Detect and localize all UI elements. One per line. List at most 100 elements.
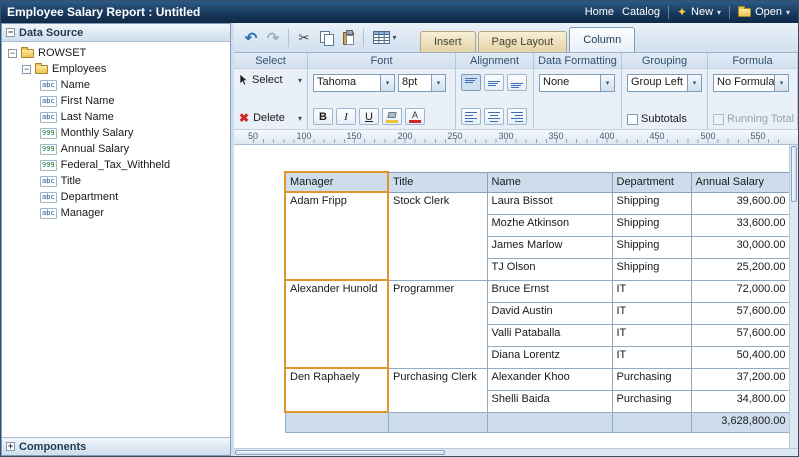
copy-button[interactable]: [315, 27, 337, 49]
tree-node-employees[interactable]: − Employees: [2, 61, 230, 77]
align-top-button[interactable]: [461, 74, 481, 91]
underline-button[interactable]: U: [359, 108, 379, 125]
select-menu-button[interactable]: Select ▾: [239, 74, 302, 86]
name-cell[interactable]: Bruce Ernst: [486, 279, 613, 303]
fill-color-button[interactable]: [382, 108, 402, 125]
salary-cell[interactable]: 57,600.00: [690, 323, 791, 347]
department-cell[interactable]: IT: [611, 345, 692, 369]
align-left-button[interactable]: [461, 108, 481, 125]
tab-page-layout[interactable]: Page Layout: [477, 31, 568, 52]
catalog-link[interactable]: Catalog: [622, 6, 660, 18]
paste-button[interactable]: [337, 27, 359, 49]
department-cell[interactable]: Shipping: [611, 213, 692, 237]
salary-cell[interactable]: 72,000.00: [690, 279, 791, 303]
tree-field-title[interactable]: abc Title: [2, 173, 230, 189]
name-cell[interactable]: David Austin: [486, 301, 613, 325]
tree-field-federal-tax-withheld[interactable]: 999 Federal_Tax_Withheld: [2, 157, 230, 173]
font-family-select[interactable]: Tahoma ▾: [313, 74, 395, 92]
bold-button[interactable]: B: [313, 108, 333, 125]
name-cell[interactable]: James Marlow: [486, 235, 613, 259]
tree-field-first-name[interactable]: abc First Name: [2, 93, 230, 109]
font-color-button[interactable]: A: [405, 108, 425, 125]
department-cell[interactable]: Shipping: [611, 191, 692, 215]
data-source-header[interactable]: − Data Source: [2, 24, 230, 42]
salary-cell[interactable]: 33,600.00: [690, 213, 791, 237]
italic-button[interactable]: I: [336, 108, 356, 125]
salary-cell[interactable]: 25,200.00: [690, 257, 791, 281]
total-empty-cell[interactable]: [611, 411, 692, 433]
collapse-icon[interactable]: −: [22, 64, 31, 74]
manager-cell[interactable]: Adam Fripp: [284, 191, 389, 281]
running-total-checkbox[interactable]: [713, 113, 724, 125]
manager-cell[interactable]: Alexander Hunold: [284, 279, 389, 369]
title-cell[interactable]: Programmer: [387, 279, 488, 369]
grouping-select[interactable]: Group Left ▾: [627, 74, 702, 92]
scrollbar-thumb[interactable]: [791, 146, 797, 202]
redo-button[interactable]: ↷: [262, 27, 284, 49]
tree-node-rowset[interactable]: − ROWSET: [2, 45, 230, 61]
name-cell[interactable]: Valli Pataballa: [486, 323, 613, 347]
total-empty-cell[interactable]: [284, 411, 389, 433]
expand-icon[interactable]: +: [6, 442, 15, 451]
delete-menu-button[interactable]: ✖ Delete ▾: [239, 111, 302, 125]
manager-cell[interactable]: Den Raphaely: [284, 367, 389, 413]
name-cell[interactable]: TJ Olson: [486, 257, 613, 281]
tab-insert[interactable]: Insert: [420, 31, 476, 52]
department-cell[interactable]: Shipping: [611, 235, 692, 259]
grand-total-cell[interactable]: 3,628,800.00: [690, 411, 791, 433]
cut-button[interactable]: ✂: [293, 27, 315, 49]
insert-table-menu-button[interactable]: ▾: [368, 27, 402, 49]
department-cell[interactable]: Purchasing: [611, 367, 692, 391]
department-cell[interactable]: IT: [611, 323, 692, 347]
department-cell[interactable]: IT: [611, 301, 692, 325]
font-size-select[interactable]: 8pt ▾: [398, 74, 446, 92]
name-cell[interactable]: Laura Bissot: [486, 191, 613, 215]
vertical-scrollbar[interactable]: [789, 145, 798, 448]
column-header-department[interactable]: Department: [611, 171, 692, 193]
new-menu[interactable]: ✦ New ▾: [677, 5, 721, 19]
components-header[interactable]: + Components: [2, 437, 230, 455]
tree-field-manager[interactable]: abc Manager: [2, 205, 230, 221]
tree-field-last-name[interactable]: abc Last Name: [2, 109, 230, 125]
align-middle-button[interactable]: [484, 74, 504, 91]
department-cell[interactable]: Shipping: [611, 257, 692, 281]
title-cell[interactable]: Stock Clerk: [387, 191, 488, 281]
home-link[interactable]: Home: [585, 6, 614, 18]
salary-cell[interactable]: 57,600.00: [690, 301, 791, 325]
scrollbar-thumb[interactable]: [235, 450, 445, 455]
name-cell[interactable]: Diana Lorentz: [486, 345, 613, 369]
salary-cell[interactable]: 30,000.00: [690, 235, 791, 259]
data-format-select[interactable]: None ▾: [539, 74, 615, 92]
collapse-icon[interactable]: −: [6, 28, 15, 37]
total-empty-cell[interactable]: [486, 411, 613, 433]
collapse-icon[interactable]: −: [8, 48, 17, 58]
name-cell[interactable]: Alexander Khoo: [486, 367, 613, 391]
tree-field-name[interactable]: abc Name: [2, 77, 230, 93]
tree-field-monthly-salary[interactable]: 999 Monthly Salary: [2, 125, 230, 141]
design-canvas[interactable]: Manager Title Name Department Annual Sal…: [234, 145, 798, 448]
name-cell[interactable]: Shelli Baida: [486, 389, 613, 413]
formula-select[interactable]: No Formula ▾: [713, 74, 789, 92]
department-cell[interactable]: IT: [611, 279, 692, 303]
name-cell[interactable]: Mozhe Atkinson: [486, 213, 613, 237]
title-cell[interactable]: Purchasing Clerk: [387, 367, 488, 413]
column-header-name[interactable]: Name: [486, 171, 613, 193]
salary-cell[interactable]: 37,200.00: [690, 367, 791, 391]
column-header-title[interactable]: Title: [387, 171, 488, 193]
total-empty-cell[interactable]: [387, 411, 488, 433]
department-cell[interactable]: Purchasing: [611, 389, 692, 413]
tree-field-annual-salary[interactable]: 999 Annual Salary: [2, 141, 230, 157]
horizontal-scrollbar[interactable]: [234, 448, 798, 456]
subtotals-checkbox[interactable]: [627, 113, 638, 125]
align-bottom-button[interactable]: [507, 74, 527, 91]
column-header-manager[interactable]: Manager: [284, 171, 389, 193]
salary-cell[interactable]: 50,400.00: [690, 345, 791, 369]
tree-field-department[interactable]: abc Department: [2, 189, 230, 205]
salary-cell[interactable]: 34,800.00: [690, 389, 791, 413]
undo-button[interactable]: ↶: [240, 27, 262, 49]
open-menu[interactable]: Open ▾: [738, 5, 790, 18]
align-right-button[interactable]: [507, 108, 527, 125]
column-header-annual-salary[interactable]: Annual Salary: [690, 171, 791, 193]
tab-column[interactable]: Column: [569, 27, 636, 52]
salary-cell[interactable]: 39,600.00: [690, 191, 791, 215]
